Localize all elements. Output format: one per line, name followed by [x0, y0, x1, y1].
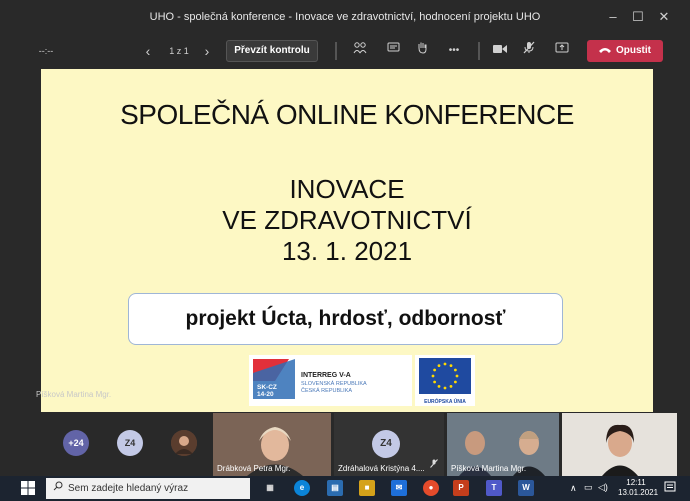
chrome-icon[interactable]: ● — [423, 480, 439, 496]
clock[interactable]: 12:11 13.01.2021 — [618, 478, 659, 498]
slide-subtitle: INOVACE VE ZDRAVOTNICTVÍ 13. 1. 2021 — [41, 174, 653, 267]
interreg-logo: SK-CZ 14-20 INTERREG V-A SLOVENSKÁ REPUB… — [249, 355, 412, 406]
maximize-button[interactable]: ☐ — [628, 8, 648, 26]
page-indicator: 1 z 1 — [169, 46, 189, 56]
taskbar-search[interactable]: Sem zadejte hledaný výraz — [46, 478, 250, 499]
participant-tile[interactable]: Z4 Zdráhalová Kristýna 4.... — [334, 413, 444, 476]
slide-line-2: VE ZDRAVOTNICTVÍ — [222, 205, 472, 235]
project-box: projekt Úcta, hrdosť, odbornosť — [128, 293, 563, 345]
close-button[interactable]: ✕ — [654, 8, 674, 26]
powerpoint-icon[interactable]: P — [453, 480, 469, 496]
interreg-line-1: SLOVENSKÁ REPUBLIKA — [301, 380, 367, 387]
more-options-icon[interactable]: ••• — [442, 40, 466, 62]
slide-line-3: 13. 1. 2021 — [281, 236, 413, 266]
slide-line-1: INOVACE — [289, 174, 405, 204]
minimize-button[interactable]: – — [603, 8, 623, 26]
participants-overflow-badge[interactable]: +24 — [63, 430, 89, 456]
windows-start-icon[interactable] — [20, 481, 36, 497]
mic-muted-icon[interactable] — [519, 40, 539, 62]
chat-icon[interactable] — [383, 40, 403, 62]
participant-avatar-photo[interactable] — [171, 430, 197, 456]
eu-flag-logo: EURÓPSKA ÚNIA — [415, 355, 475, 406]
chevron-left-icon[interactable]: ‹ — [140, 40, 156, 62]
participant-name: Píšková Martina Mgr. — [451, 464, 527, 473]
leave-label: Opustit — [616, 45, 651, 56]
phone-hangup-icon — [599, 40, 611, 62]
leave-button[interactable]: Opustit — [587, 40, 663, 62]
search-icon — [53, 478, 63, 499]
shared-slide: SPOLEČNÁ ONLINE KONFERENCE INOVACE VE ZD… — [41, 69, 653, 412]
clock-date: 13.01.2021 — [618, 488, 659, 497]
camera-icon[interactable] — [490, 40, 510, 62]
edge-icon[interactable]: e — [294, 480, 310, 496]
interreg-line-2: ČESKÁ REPUBLIKA — [301, 387, 352, 394]
participant-tile[interactable]: Píšková Martina Mgr. — [447, 413, 559, 476]
mail-icon[interactable]: ✉ — [391, 480, 407, 496]
teams-icon[interactable]: T — [486, 480, 502, 496]
share-screen-icon[interactable] — [552, 40, 572, 62]
search-placeholder: Sem zadejte hledaný výraz — [68, 483, 189, 494]
slide-heading: SPOLEČNÁ ONLINE KONFERENCE — [120, 99, 574, 130]
presenter-name: Píšková Martina Mgr. — [36, 390, 112, 399]
participant-tile[interactable] — [562, 413, 677, 476]
participant-name: Drábková Petra Mgr. — [217, 464, 291, 473]
participants-icon[interactable] — [350, 40, 370, 62]
interreg-code-2: 14-20 — [257, 391, 274, 398]
take-control-button[interactable]: Převzít kontrolu — [226, 40, 318, 62]
toolbar-divider — [335, 42, 337, 60]
network-icon[interactable]: ▭ — [584, 482, 593, 493]
raise-hand-icon[interactable] — [412, 40, 432, 62]
participant-name: Zdráhalová Kristýna 4.... — [338, 464, 425, 473]
notifications-icon[interactable] — [664, 481, 676, 495]
store-icon[interactable]: ■ — [359, 480, 375, 496]
participant-avatar: Z4 — [372, 430, 400, 458]
tray-chevron-icon[interactable]: ∧ — [570, 483, 577, 494]
title-bar: UHO - společná konference - Inovace ve z… — [0, 0, 690, 34]
toolbar-divider — [478, 42, 480, 60]
eu-label: EURÓPSKA ÚNIA — [424, 397, 466, 405]
participant-tile[interactable]: Drábková Petra Mgr. — [213, 413, 331, 476]
clock-time: 12:11 — [626, 478, 646, 487]
chevron-right-icon[interactable]: › — [199, 40, 215, 62]
mic-muted-icon — [430, 455, 438, 473]
volume-icon[interactable]: ◁) — [598, 482, 608, 493]
file-explorer-icon[interactable]: ▤ — [327, 480, 343, 496]
task-view-icon[interactable]: ▦ — [262, 480, 278, 496]
window-title: UHO - společná konference - Inovace ve z… — [149, 11, 541, 23]
participant-avatar[interactable]: Z4 — [117, 430, 143, 456]
interreg-title: INTERREG V-A — [301, 372, 351, 379]
word-icon[interactable]: W — [518, 480, 534, 496]
interreg-code-1: SK-CZ — [257, 384, 277, 391]
teams-window: UHO - společná konference - Inovace ve z… — [0, 0, 690, 501]
meeting-timer: --:-- — [38, 46, 54, 56]
